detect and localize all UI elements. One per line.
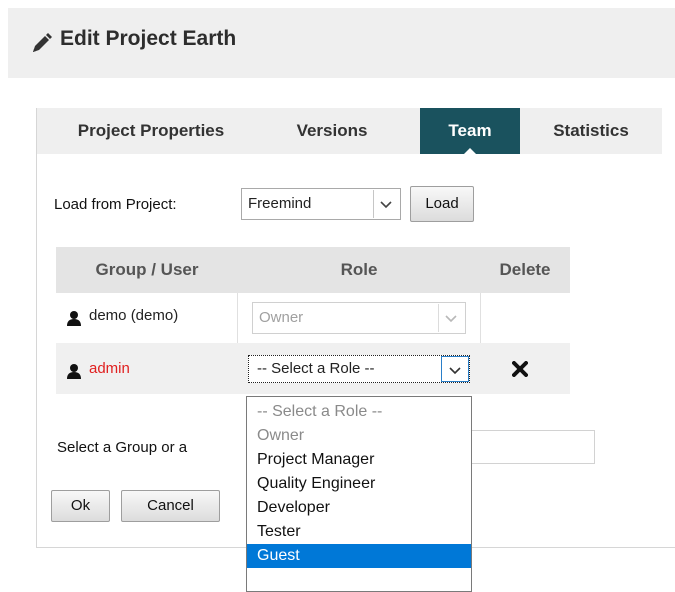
ok-button[interactable]: Ok	[51, 490, 110, 522]
role-option[interactable]: Developer	[247, 496, 471, 520]
page-title: Edit Project Earth	[60, 27, 237, 50]
tab-label: Statistics	[553, 121, 629, 140]
user-name: demo (demo)	[89, 307, 179, 324]
role-select[interactable]: -- Select a Role --	[248, 355, 470, 383]
active-tab-caret	[463, 148, 477, 155]
table-header-row: Group / User Role Delete	[56, 247, 570, 293]
project-select[interactable]: Freemind	[241, 188, 401, 220]
column-header-role: Role	[340, 260, 378, 279]
user-name-admin: admin	[89, 360, 130, 377]
group-user-input[interactable]	[470, 430, 595, 464]
tab-statistics[interactable]: Statistics	[532, 108, 650, 154]
role-option: Owner	[257, 427, 305, 444]
column-header-delete: Delete	[499, 260, 551, 279]
pencil-icon	[33, 33, 52, 52]
table-row: demo (demo) Owner	[56, 293, 570, 343]
role-option[interactable]: Project Manager	[247, 448, 471, 472]
page-header: Edit Project Earth	[8, 8, 675, 78]
select-group-label: Select a Group or a	[57, 439, 188, 456]
tab-label: Versions	[296, 121, 368, 140]
load-from-project-label: Load from Project:	[54, 196, 177, 213]
chevron-down-icon	[445, 315, 457, 323]
tab-versions[interactable]: Versions	[266, 108, 398, 154]
load-button[interactable]: Load	[410, 186, 474, 222]
table-row: admin -- Select a Role --	[56, 343, 570, 394]
tab-team[interactable]: Team	[420, 108, 520, 155]
chevron-down-icon	[380, 201, 392, 209]
tab-project-properties[interactable]: Project Properties	[45, 108, 257, 154]
tab-label: Team	[448, 121, 492, 140]
tab-bar: Project Properties Versions Team Statist…	[37, 108, 662, 155]
delete-icon[interactable]	[512, 361, 528, 377]
project-select-value: Freemind	[248, 195, 312, 212]
role-select-disabled: Owner	[252, 302, 466, 334]
column-header-group-user: Group / User	[95, 260, 199, 279]
user-icon	[67, 364, 81, 379]
role-option-highlighted[interactable]: Guest	[247, 544, 471, 568]
cancel-button[interactable]: Cancel	[121, 490, 220, 522]
chevron-down-icon	[449, 367, 461, 375]
tab-label: Project Properties	[77, 121, 225, 140]
role-select-value: -- Select a Role --	[257, 360, 375, 377]
role-option[interactable]: Tester	[247, 520, 471, 544]
role-option: -- Select a Role --	[257, 403, 383, 420]
user-icon	[67, 311, 81, 326]
role-dropdown-list: -- Select a Role -- Owner Project Manage…	[246, 396, 472, 592]
team-table: Group / User Role Delete demo (demo) Own…	[56, 247, 570, 394]
role-option[interactable]: Quality Engineer	[247, 472, 471, 496]
role-select-value: Owner	[259, 309, 304, 326]
